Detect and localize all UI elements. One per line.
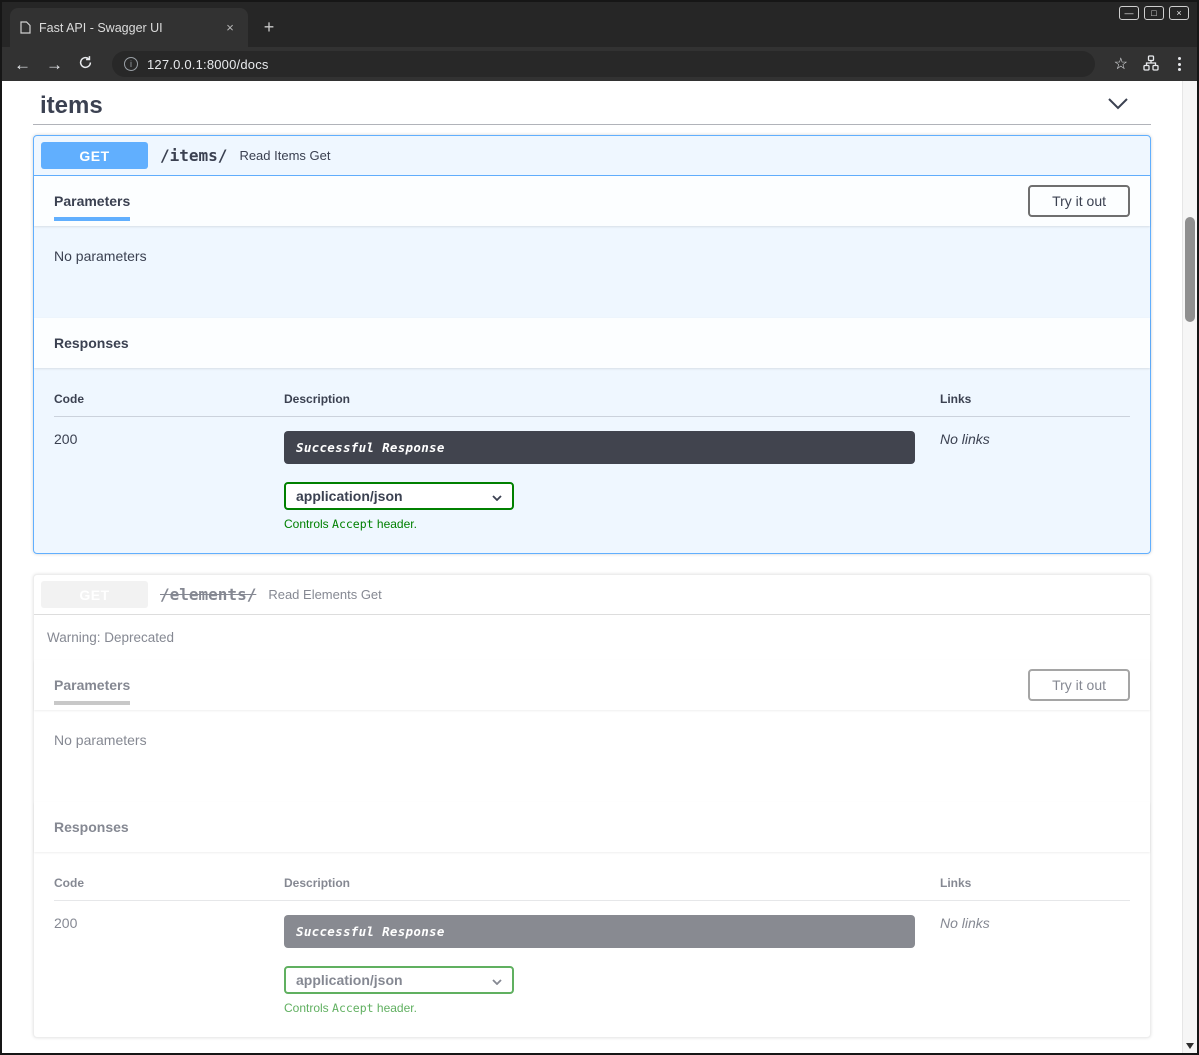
accept-note-code: Accept: [332, 517, 374, 531]
parameters-body: No parameters: [34, 226, 1150, 318]
no-parameters-text: No parameters: [54, 732, 147, 748]
minimize-button[interactable]: —: [1119, 6, 1139, 20]
tab-title: Fast API - Swagger UI: [39, 21, 214, 35]
response-row: 200 Successful Response application/json…: [54, 901, 1130, 1015]
tab-parameters[interactable]: Parameters: [54, 193, 130, 209]
accept-note-suffix: header.: [374, 1001, 417, 1015]
operation-path: /items/: [158, 146, 229, 165]
tag-section-header[interactable]: items: [33, 87, 1151, 125]
operation-summary[interactable]: GET /items/ Read Items Get: [34, 136, 1150, 176]
links-value: No links: [940, 417, 1130, 531]
method-badge: GET: [41, 581, 148, 608]
parameters-header: Parameters Try it out: [34, 176, 1150, 226]
media-type-select[interactable]: application/json: [284, 966, 514, 994]
scrollbar-thumb[interactable]: [1185, 217, 1195, 322]
operation-summary[interactable]: GET /elements/ Read Elements Get: [34, 575, 1150, 615]
accept-note-suffix: header.: [374, 517, 417, 531]
browser-menu-icon[interactable]: [1174, 55, 1185, 73]
browser-tab[interactable]: Fast API - Swagger UI ×: [10, 8, 248, 47]
back-icon[interactable]: ←: [14, 56, 31, 73]
responses-header: Responses: [34, 318, 1150, 368]
bookmark-star-icon[interactable]: ☆: [1114, 54, 1128, 74]
select-chevron-icon: [492, 972, 502, 988]
operation-summary-text: Read Items Get: [239, 148, 330, 163]
responses-table-header: Code Description Links: [54, 392, 1130, 417]
new-tab-button[interactable]: +: [256, 15, 282, 39]
accept-header-note: Controls Accept header.: [284, 517, 940, 531]
forward-icon[interactable]: →: [46, 56, 63, 73]
method-badge: GET: [41, 142, 148, 169]
accept-note-prefix: Controls: [284, 517, 332, 531]
document-icon: [20, 21, 31, 34]
code-column-header: Code: [54, 876, 284, 900]
section-title: items: [40, 92, 103, 120]
operation-get-items: GET /items/ Read Items Get Parameters Tr…: [33, 135, 1151, 554]
response-row: 200 Successful Response application/json…: [54, 417, 1130, 531]
status-code: 200: [54, 417, 284, 531]
responses-table-header: Code Description Links: [54, 876, 1130, 901]
site-info-icon[interactable]: i: [124, 57, 138, 71]
responses-body: Code Description Links 200 Successful Re…: [34, 368, 1150, 553]
deprecated-warning: Warning: Deprecated: [34, 615, 1150, 660]
responses-body: Code Description Links 200 Successful Re…: [34, 852, 1150, 1037]
address-bar[interactable]: i 127.0.0.1:8000/docs: [112, 51, 1095, 77]
code-column-header: Code: [54, 392, 284, 416]
responses-title: Responses: [54, 335, 129, 351]
try-it-out-button[interactable]: Try it out: [1028, 669, 1130, 701]
chevron-down-icon[interactable]: [1107, 97, 1129, 115]
no-parameters-text: No parameters: [54, 248, 147, 264]
response-description: Successful Response: [284, 431, 915, 464]
description-column-header: Description: [284, 392, 940, 416]
links-value: No links: [940, 901, 1130, 1015]
reload-icon[interactable]: [78, 55, 93, 73]
accept-note-code: Accept: [332, 1001, 374, 1015]
close-button[interactable]: ×: [1169, 6, 1189, 20]
try-it-out-button[interactable]: Try it out: [1028, 185, 1130, 217]
maximize-button[interactable]: □: [1144, 6, 1164, 20]
operation-get-elements-deprecated: GET /elements/ Read Elements Get Warning…: [33, 574, 1151, 1038]
browser-titlebar: Fast API - Swagger UI × + — □ ×: [2, 2, 1197, 47]
media-type-select[interactable]: application/json: [284, 482, 514, 510]
media-type-value: application/json: [296, 488, 403, 504]
accept-header-note: Controls Accept header.: [284, 1001, 940, 1015]
browser-window: Fast API - Swagger UI × + — □ × ← → i 12…: [0, 0, 1199, 1055]
parameters-header: Parameters Try it out: [34, 660, 1150, 710]
responses-header: Responses: [34, 802, 1150, 852]
tab-parameters[interactable]: Parameters: [54, 677, 130, 693]
links-column-header: Links: [940, 876, 1130, 900]
responses-title: Responses: [54, 819, 129, 835]
operation-summary-text: Read Elements Get: [268, 587, 381, 602]
browser-toolbar: ← → i 127.0.0.1:8000/docs ☆: [2, 47, 1197, 81]
tab-groups-icon[interactable]: [1143, 55, 1159, 74]
media-type-value: application/json: [296, 972, 403, 988]
operation-path: /elements/: [158, 585, 258, 604]
page-scrollbar[interactable]: [1182, 81, 1197, 1053]
select-chevron-icon: [492, 488, 502, 504]
url-text[interactable]: 127.0.0.1:8000/docs: [147, 57, 269, 72]
window-controls: — □ ×: [1119, 6, 1189, 20]
response-description: Successful Response: [284, 915, 915, 948]
parameters-body: No parameters: [34, 710, 1150, 802]
tab-close-icon[interactable]: ×: [222, 20, 238, 35]
status-code: 200: [54, 901, 284, 1015]
accept-note-prefix: Controls: [284, 1001, 332, 1015]
links-column-header: Links: [940, 392, 1130, 416]
swagger-page: items GET /items/ Read Items Get Paramet…: [2, 81, 1182, 1053]
description-column-header: Description: [284, 876, 940, 900]
scrollbar-down-arrow-icon[interactable]: [1186, 1043, 1194, 1049]
